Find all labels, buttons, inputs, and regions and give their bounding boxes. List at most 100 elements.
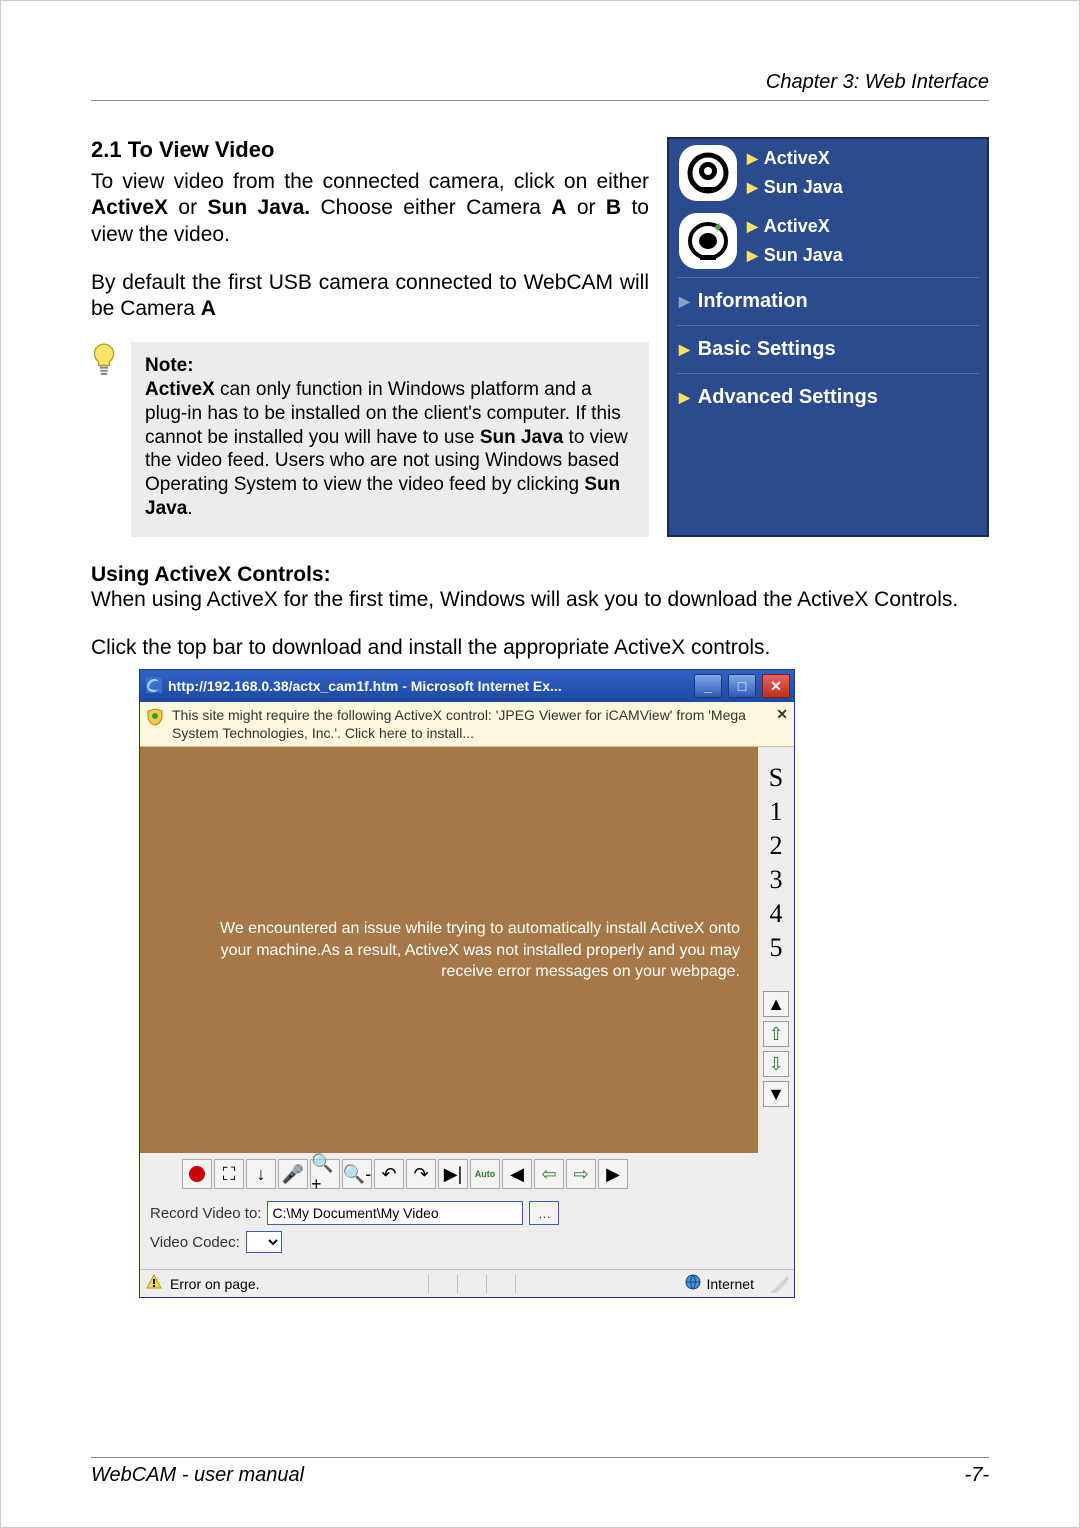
section-title: 2.1 To View Video (91, 137, 649, 163)
footer-page-number: -7- (965, 1464, 989, 1487)
bold-a2: A (201, 297, 216, 320)
skip-end-icon[interactable]: ▶| (438, 1159, 468, 1189)
bold-sunjava: Sun Java. (208, 196, 311, 219)
camera-a-icon (679, 145, 737, 201)
rotate-right-icon[interactable]: ↷ (406, 1159, 436, 1189)
label: ActiveX (764, 148, 830, 169)
video-area: We encountered an issue while trying to … (140, 747, 758, 1153)
mic-icon[interactable]: 🎤 (278, 1159, 308, 1189)
triangle-icon: ▶ (679, 293, 690, 310)
header-rule (91, 100, 989, 101)
video-toolbar: ⛶ ↓ 🎤 🔍+ 🔍- ↶ ↷ ▶| Auto ◀ ⇦ ⇨ ▶ (140, 1153, 794, 1195)
video-side-controls: S 1 2 3 4 5 ▲ ⇧ ⇩ ▼ (758, 747, 794, 1153)
page-footer: WebCAM - user manual -7- (91, 1457, 989, 1487)
label: Advanced Settings (698, 386, 878, 409)
video-settings: Record Video to: … Video Codec: (140, 1195, 794, 1269)
sidebar-advanced-settings[interactable]: ▶Advanced Settings (669, 376, 987, 419)
camera-b-icon (679, 213, 737, 269)
t: To view video from the connected camera,… (91, 170, 649, 193)
arrow-down-filled-icon[interactable]: ▼ (763, 1081, 789, 1107)
arrow-left-outline-icon[interactable]: ⇦ (534, 1159, 564, 1189)
note-title: Note: (145, 355, 194, 376)
resize-grip-icon[interactable] (770, 1275, 788, 1293)
side-label-s[interactable]: S (769, 763, 783, 793)
triangle-icon: ▶ (747, 247, 758, 264)
record-path-label: Record Video to: (150, 1205, 261, 1222)
label: Information (698, 290, 808, 313)
side-label-1[interactable]: 1 (770, 797, 783, 827)
side-label-5[interactable]: 5 (770, 933, 783, 963)
bold-b: B (606, 196, 621, 219)
arrow-up-filled-icon[interactable]: ▲ (763, 991, 789, 1017)
label: Sun Java (764, 245, 843, 266)
bold-a: A (551, 196, 566, 219)
ie-activex-infobar[interactable]: This site might require the following Ac… (140, 702, 794, 747)
internet-zone-icon (685, 1274, 701, 1293)
mic-down-icon[interactable]: ↓ (246, 1159, 276, 1189)
note-bold1: ActiveX (145, 379, 215, 400)
codec-select[interactable] (246, 1231, 282, 1253)
side-label-4[interactable]: 4 (770, 899, 783, 929)
sidebar-cam1-sunjava[interactable]: ▶ Sun Java (747, 177, 843, 198)
maximize-button[interactable]: □ (728, 674, 756, 698)
ie-window: http://192.168.0.38/actx_cam1f.htm - Mic… (139, 669, 795, 1298)
label: Sun Java (764, 177, 843, 198)
shield-icon (146, 708, 164, 729)
side-label-3[interactable]: 3 (770, 865, 783, 895)
arrow-right-outline-icon[interactable]: ⇨ (566, 1159, 596, 1189)
close-button[interactable]: ✕ (762, 674, 790, 698)
sidebar-cam1-activex[interactable]: ▶ ActiveX (747, 148, 843, 169)
ie-titlebar[interactable]: http://192.168.0.38/actx_cam1f.htm - Mic… (140, 670, 794, 702)
t: Choose either Camera (310, 196, 551, 219)
ie-statusbar: Error on page. Internet (140, 1269, 794, 1297)
t: By default the first USB camera connecte… (91, 271, 649, 320)
video-error-text: We encountered an issue while trying to … (190, 918, 740, 983)
document-page: Chapter 3: Web Interface 2.1 To View Vid… (0, 0, 1080, 1528)
label: Basic Settings (698, 338, 836, 361)
section-p1: To view video from the connected camera,… (91, 169, 649, 248)
codec-label: Video Codec: (150, 1234, 240, 1251)
arrow-up-outline-icon[interactable]: ⇧ (763, 1021, 789, 1047)
warning-icon (146, 1274, 162, 1293)
side-label-2[interactable]: 2 (770, 831, 783, 861)
arrow-left-filled-icon[interactable]: ◀ (502, 1159, 532, 1189)
zoom-out-icon[interactable]: 🔍- (342, 1159, 372, 1189)
triangle-icon: ▶ (747, 218, 758, 235)
footer-left: WebCAM - user manual (91, 1464, 304, 1487)
note-t3: . (187, 498, 192, 519)
selection-icon[interactable]: ⛶ (214, 1159, 244, 1189)
record-button[interactable] (182, 1159, 212, 1189)
infobar-message: This site might require the following Ac… (172, 706, 768, 742)
infobar-close-icon[interactable]: ✕ (776, 706, 788, 723)
status-text: Error on page. (170, 1276, 260, 1292)
t: or (566, 196, 605, 219)
label: ActiveX (764, 216, 830, 237)
auto-button[interactable]: Auto (470, 1159, 500, 1189)
webcam-sidebar: ▶ ActiveX ▶ Sun Java ▶ ActiveX ▶ Sun Java ▶ I… (667, 137, 989, 537)
triangle-icon: ▶ (679, 341, 690, 358)
ie-title-text: http://192.168.0.38/actx_cam1f.htm - Mic… (168, 678, 688, 694)
sidebar-cam2-sunjava[interactable]: ▶ Sun Java (747, 245, 843, 266)
sidebar-basic-settings[interactable]: ▶ Basic Settings (669, 328, 987, 371)
triangle-icon: ▶ (747, 150, 758, 167)
zone-label: Internet (707, 1276, 754, 1292)
minimize-button[interactable]: _ (694, 674, 722, 698)
arrow-right-filled-icon[interactable]: ▶ (598, 1159, 628, 1189)
note-bold2: Sun Java (480, 427, 563, 448)
bold-activex: ActiveX (91, 196, 168, 219)
t: or (168, 196, 207, 219)
browse-button[interactable]: … (529, 1201, 559, 1225)
chapter-header: Chapter 3: Web Interface (91, 71, 989, 100)
rotate-left-icon[interactable]: ↶ (374, 1159, 404, 1189)
triangle-icon: ▶ (747, 179, 758, 196)
zoom-in-icon[interactable]: 🔍+ (310, 1159, 340, 1189)
section-p2: By default the first USB camera connecte… (91, 270, 649, 323)
activex-p1: When using ActiveX for the first time, W… (91, 587, 989, 613)
record-path-input[interactable] (267, 1201, 523, 1225)
activex-p2: Click the top bar to download and instal… (91, 635, 989, 661)
sidebar-information[interactable]: ▶ Information (669, 280, 987, 323)
sidebar-cam2-activex[interactable]: ▶ ActiveX (747, 216, 843, 237)
arrow-down-outline-icon[interactable]: ⇩ (763, 1051, 789, 1077)
lightbulb-icon (91, 342, 121, 536)
using-activex-heading: Using ActiveX Controls: (91, 563, 989, 587)
